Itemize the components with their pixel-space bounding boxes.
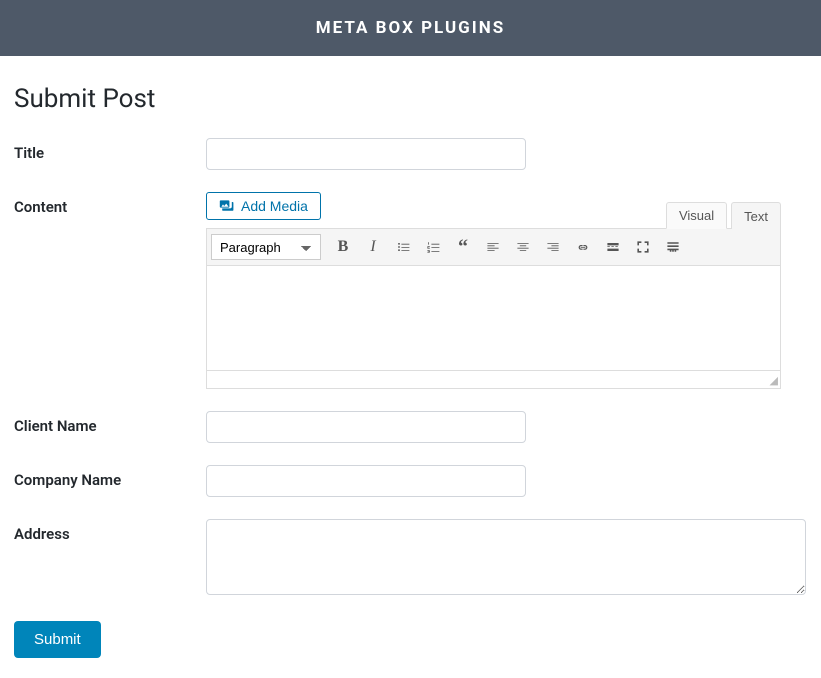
editor-wrap: Paragraph B I “ [206,228,781,389]
company-name-row: Company Name [14,465,807,497]
site-header: META BOX PLUGINS [0,0,821,56]
title-input[interactable] [206,138,526,170]
editor-tabs: Visual Text [666,202,781,229]
address-label: Address [14,519,206,599]
link-icon [575,239,591,255]
blockquote-button[interactable]: “ [449,233,477,261]
editor-body[interactable] [206,266,781,371]
fullscreen-button[interactable] [629,233,657,261]
title-control [206,138,807,170]
bold-icon: B [338,238,349,256]
site-title: META BOX PLUGINS [316,18,505,38]
align-left-icon [485,239,501,255]
resize-handle-icon[interactable]: ◢ [770,375,778,386]
page-container: Submit Post Title Content Add Media Visu [0,56,821,678]
address-control [206,519,807,599]
address-input[interactable] [206,519,806,595]
bullet-list-icon [395,239,411,255]
company-name-input[interactable] [206,465,526,497]
title-label: Title [14,138,206,170]
address-row: Address [14,519,807,599]
tab-visual[interactable]: Visual [666,202,727,229]
editor-toolbar: Paragraph B I “ [206,228,781,266]
link-button[interactable] [569,233,597,261]
align-left-button[interactable] [479,233,507,261]
client-name-input[interactable] [206,411,526,443]
media-icon [219,198,235,214]
bold-button[interactable]: B [329,233,357,261]
read-more-button[interactable] [599,233,627,261]
italic-icon: I [370,238,375,256]
tab-text[interactable]: Text [731,202,781,229]
numbered-list-button[interactable] [419,233,447,261]
company-name-label: Company Name [14,465,206,497]
submit-button[interactable]: Submit [14,621,101,658]
italic-button[interactable]: I [359,233,387,261]
toolbar-toggle-button[interactable] [659,233,687,261]
align-center-icon [515,239,531,255]
client-name-label: Client Name [14,411,206,443]
company-name-control [206,465,807,497]
fullscreen-icon [635,239,651,255]
bullet-list-button[interactable] [389,233,417,261]
page-title: Submit Post [14,84,807,114]
format-select[interactable]: Paragraph [211,234,321,260]
content-label: Content [14,192,206,389]
client-name-control [206,411,807,443]
add-media-button[interactable]: Add Media [206,192,321,220]
numbered-list-icon [425,239,441,255]
content-control: Add Media Visual Text Paragraph B I [206,192,807,389]
align-right-icon [545,239,561,255]
editor-statusbar: ◢ [206,371,781,389]
blockquote-icon: “ [458,241,468,253]
add-media-label: Add Media [241,198,308,214]
content-row: Content Add Media Visual Text [14,192,807,389]
client-name-row: Client Name [14,411,807,443]
title-row: Title [14,138,807,170]
toolbar-toggle-icon [665,239,681,255]
align-right-button[interactable] [539,233,567,261]
read-more-icon [605,239,621,255]
align-center-button[interactable] [509,233,537,261]
